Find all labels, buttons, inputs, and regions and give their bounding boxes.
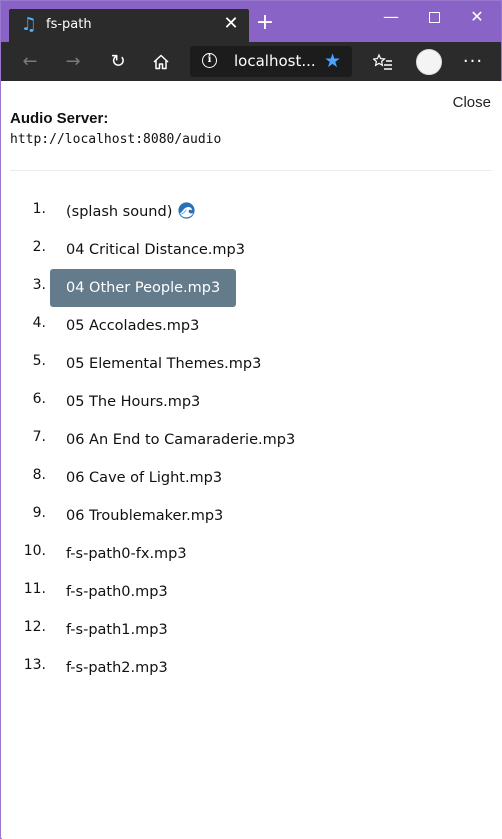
track-button[interactable]: 05 Elemental Themes.mp3 [50, 345, 277, 383]
refresh-icon[interactable]: ↻ [104, 48, 132, 76]
divider [10, 170, 492, 171]
tab-title: fs-path [46, 17, 92, 32]
page-content: Close Audio Server: http://localhost:808… [2, 81, 502, 839]
address-text: localhost... [234, 52, 316, 70]
track-item: 9. 06 Troublemaker.mp3 [2, 497, 502, 535]
track-button[interactable]: 06 An End to Camaraderie.mp3 [50, 421, 311, 459]
browser-window: ♫ fs-path ✕ + — ✕ ← → ↻ i localhost... ★ [0, 0, 502, 839]
maximize-icon[interactable] [414, 5, 454, 29]
track-item: 11. f-s-path0.mp3 [2, 573, 502, 611]
track-button[interactable]: 05 The Hours.mp3 [50, 383, 216, 421]
track-item: 8. 06 Cave of Light.mp3 [2, 459, 502, 497]
track-button[interactable]: 04 Critical Distance.mp3 [50, 231, 261, 269]
track-number: 11. [23, 581, 46, 597]
track-button[interactable]: 06 Cave of Light.mp3 [50, 459, 238, 497]
star-icon[interactable]: ★ [324, 49, 341, 73]
track-number: 10. [23, 543, 46, 559]
close-tab-icon[interactable]: ✕ [221, 14, 241, 34]
back-icon[interactable]: ← [16, 48, 44, 76]
track-button[interactable]: f-s-path0-fx.mp3 [50, 535, 203, 573]
track-button[interactable]: f-s-path1.mp3 [50, 611, 184, 649]
favorites-icon[interactable] [369, 48, 397, 76]
track-number: 13. [23, 657, 46, 673]
track-number: 4. [32, 315, 46, 331]
track-item: 6. 05 The Hours.mp3 [2, 383, 502, 421]
wave-icon [178, 202, 195, 219]
track-number: 9. [32, 505, 46, 521]
browser-tab[interactable]: ♫ fs-path ✕ [9, 9, 249, 42]
close-window-icon[interactable]: ✕ [457, 5, 497, 29]
track-number: 2. [32, 239, 46, 255]
address-bar[interactable]: i localhost... ★ [190, 46, 352, 77]
track-number: 5. [32, 353, 46, 369]
info-icon[interactable]: i [202, 53, 217, 68]
track-item: 7. 06 An End to Camaraderie.mp3 [2, 421, 502, 459]
track-button[interactable]: 06 Troublemaker.mp3 [50, 497, 239, 535]
track-item: 1. (splash sound) [2, 193, 502, 231]
track-number: 6. [32, 391, 46, 407]
audio-server-url: http://localhost:8080/audio [10, 132, 222, 147]
track-button[interactable]: f-s-path0.mp3 [50, 573, 184, 611]
track-name: (splash sound) [66, 204, 173, 220]
navigation-toolbar: ← → ↻ i localhost... ★ ··· [1, 42, 501, 81]
track-button-selected[interactable]: 04 Other People.mp3 [50, 269, 237, 307]
audio-server-label: Audio Server: [10, 110, 109, 127]
track-item: 10. f-s-path0-fx.mp3 [2, 535, 502, 573]
track-item: 5. 05 Elemental Themes.mp3 [2, 345, 502, 383]
music-note-icon: ♫ [20, 14, 38, 35]
forward-icon[interactable]: → [59, 48, 87, 76]
new-tab-icon[interactable]: + [253, 11, 277, 35]
home-icon[interactable] [147, 48, 175, 76]
title-bar: ♫ fs-path ✕ + — ✕ [1, 1, 501, 42]
track-number: 3. [32, 277, 46, 293]
profile-avatar[interactable] [416, 49, 442, 75]
track-number: 1. [32, 201, 46, 217]
minimize-icon[interactable]: — [371, 5, 411, 29]
track-item: 13. f-s-path2.mp3 [2, 649, 502, 687]
track-button[interactable]: f-s-path2.mp3 [50, 649, 184, 687]
track-item: 2. 04 Critical Distance.mp3 [2, 231, 502, 269]
track-item-active: 3. 04 Other People.mp3 [2, 269, 502, 307]
track-number: 7. [32, 429, 46, 445]
close-button[interactable]: Close [453, 94, 491, 111]
track-button[interactable]: 05 Accolades.mp3 [50, 307, 215, 345]
track-number: 8. [32, 467, 46, 483]
track-button[interactable]: (splash sound) [50, 193, 211, 231]
track-number: 12. [23, 619, 46, 635]
track-item: 4. 05 Accolades.mp3 [2, 307, 502, 345]
track-list: 1. (splash sound) 2. 04 Critical Distanc… [2, 193, 502, 687]
track-item: 12. f-s-path1.mp3 [2, 611, 502, 649]
more-icon[interactable]: ··· [459, 48, 487, 76]
